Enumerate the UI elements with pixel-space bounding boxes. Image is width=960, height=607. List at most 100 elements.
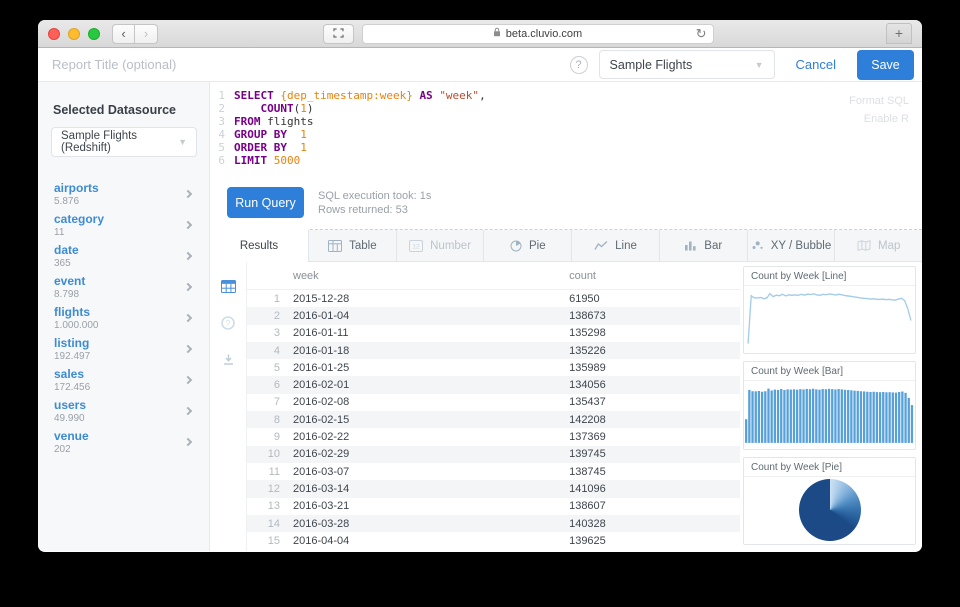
chart-preview-body (744, 286, 915, 353)
chevron-right-icon (184, 406, 192, 414)
sidebar-table-sales[interactable]: sales172.456 (51, 364, 197, 395)
cell-week: 2016-03-21 (293, 500, 569, 512)
help-icon[interactable]: ? (570, 56, 588, 74)
table-row[interactable]: 32016-01-11135298 (247, 325, 740, 342)
table-info: airports5.876 (54, 181, 99, 207)
cell-count: 140328 (569, 518, 740, 530)
tab-map[interactable]: Map (834, 230, 922, 262)
cell-count: 135226 (569, 345, 740, 357)
sql-line: 6LIMIT 5000 (210, 154, 922, 167)
sidebar-table-date[interactable]: date365 (51, 240, 197, 271)
sql-token: SELECT (234, 89, 280, 102)
cell-week: 2016-02-29 (293, 448, 569, 460)
table-row-count: 8.798 (54, 289, 85, 300)
column-header-count: count (569, 270, 740, 282)
tab-results[interactable]: Results (210, 229, 308, 262)
table-row[interactable]: 132016-03-21138607 (247, 498, 740, 515)
table-row[interactable]: 22016-01-04138673 (247, 307, 740, 324)
chevron-right-icon (184, 375, 192, 383)
datasource-select[interactable]: Sample Flights (Redshift) ▼ (51, 127, 197, 157)
report-title-input[interactable]: Report Title (optional) (52, 57, 176, 72)
tab-pie[interactable]: Pie (483, 230, 571, 262)
sql-line: 3FROM flights (210, 115, 922, 128)
sidebar-table-flights[interactable]: flights1.000.000 (51, 302, 197, 333)
line-number: 6 (210, 154, 234, 167)
cancel-button[interactable]: Cancel (786, 57, 846, 72)
browser-window: ‹ › beta.cluvio.com ↻ + Report T (38, 20, 922, 552)
sidebar-table-venue[interactable]: venue202 (51, 426, 197, 457)
sql-token: AS (419, 89, 432, 102)
table-row[interactable]: 142016-03-28140328 (247, 515, 740, 532)
help-circle-icon[interactable]: ? (221, 316, 235, 330)
cell-count: 138607 (569, 500, 740, 512)
row-number: 9 (247, 431, 293, 443)
run-query-button[interactable]: Run Query (227, 187, 304, 218)
sidebar-table-category[interactable]: category11 (51, 209, 197, 240)
table-row[interactable]: 12015-12-2861950 (247, 290, 740, 307)
page-scale-button[interactable] (323, 24, 354, 44)
cell-count: 138673 (569, 310, 740, 322)
tab-table[interactable]: Table (308, 230, 396, 262)
line-chart (744, 286, 915, 353)
table-row[interactable]: 52016-01-25135989 (247, 359, 740, 376)
chart-preview-bar[interactable]: Count by Week [Bar] (743, 361, 916, 449)
table-info: venue202 (54, 429, 89, 455)
sidebar-table-listing[interactable]: listing192.497 (51, 333, 197, 364)
browser-url-bar[interactable]: beta.cluvio.com ↻ (362, 24, 714, 44)
sidebar-table-event[interactable]: event8.798 (51, 271, 197, 302)
table-row[interactable]: 102016-02-29139745 (247, 446, 740, 463)
number-icon: 12 (409, 240, 423, 252)
row-number: 12 (247, 483, 293, 495)
row-number: 10 (247, 448, 293, 460)
close-window-button[interactable] (48, 28, 60, 40)
results-table-icon[interactable] (221, 280, 236, 293)
zoom-window-button[interactable] (88, 28, 100, 40)
sql-token: ) (307, 102, 314, 115)
bar-icon (684, 240, 697, 251)
table-row[interactable]: 92016-02-22137369 (247, 428, 740, 445)
chart-preview-title: Count by Week [Bar] (744, 362, 915, 381)
sql-token: ( (294, 102, 301, 115)
minimize-window-button[interactable] (68, 28, 80, 40)
line-number: 1 (210, 89, 234, 102)
sql-editor[interactable]: 1SELECT {dep_timestamp:week} AS "week",2… (210, 82, 922, 176)
table-row[interactable]: 112016-03-07138745 (247, 463, 740, 480)
table-row[interactable]: 72016-02-08135437 (247, 394, 740, 411)
table-row-count: 1.000.000 (54, 320, 99, 331)
save-button[interactable]: Save (857, 50, 914, 80)
cell-week: 2016-01-04 (293, 310, 569, 322)
cell-week: 2016-03-14 (293, 483, 569, 495)
sql-token (287, 128, 300, 141)
tab-line[interactable]: Line (571, 230, 659, 262)
tab-bar[interactable]: Bar (659, 230, 747, 262)
table-name: flights (54, 305, 99, 319)
sidebar-table-users[interactable]: users49.990 (51, 395, 197, 426)
line-icon (594, 240, 608, 251)
sidebar-table-airports[interactable]: airports5.876 (51, 178, 197, 209)
cell-week: 2015-12-28 (293, 293, 569, 305)
refresh-icon[interactable]: ↻ (696, 26, 707, 42)
new-tab-button[interactable]: + (886, 23, 912, 44)
tab-xy-bubble[interactable]: XY / Bubble (747, 230, 835, 262)
table-row[interactable]: 82016-02-15142208 (247, 411, 740, 428)
scatter-icon (751, 240, 764, 251)
browser-forward-button[interactable]: › (135, 24, 158, 44)
row-number: 11 (247, 466, 293, 478)
table-row[interactable]: 122016-03-14141096 (247, 480, 740, 497)
dashboard-select[interactable]: Sample Flights ▼ (599, 50, 775, 79)
enable-r-button[interactable]: Enable R (849, 110, 909, 128)
chart-preview-line[interactable]: Count by Week [Line] (743, 266, 916, 354)
chart-preview-pie[interactable]: Count by Week [Pie] (743, 457, 916, 545)
chart-type-tabs: ResultsTable12NumberPieLineBarXY / Bubbl… (210, 229, 922, 262)
row-number: 3 (247, 327, 293, 339)
tab-number[interactable]: 12Number (396, 230, 484, 262)
table-row[interactable]: 62016-02-01134056 (247, 376, 740, 393)
browser-back-button[interactable]: ‹ (112, 24, 135, 44)
tab-label: Map (878, 240, 900, 252)
format-sql-button[interactable]: Format SQL (849, 92, 909, 110)
table-row[interactable]: 42016-01-18135226 (247, 342, 740, 359)
table-row[interactable]: 152016-04-04139625 (247, 532, 740, 549)
table-row-count: 202 (54, 444, 89, 455)
sql-line: 2 COUNT(1) (210, 102, 922, 115)
download-icon[interactable] (222, 353, 235, 366)
